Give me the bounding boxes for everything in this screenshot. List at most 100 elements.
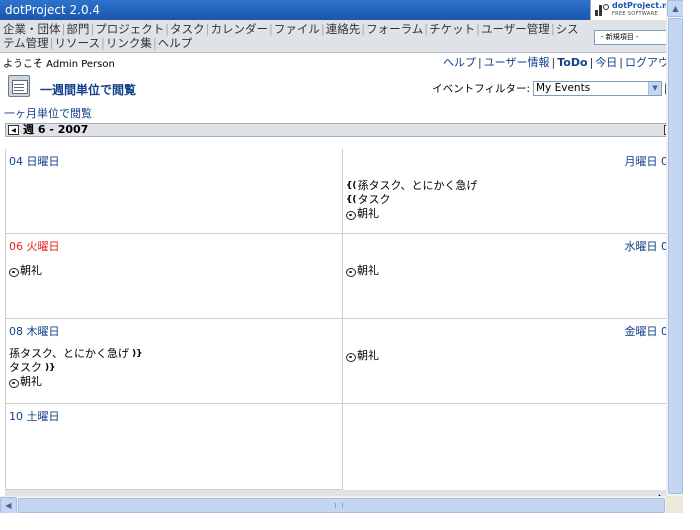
browser-viewport: dotProject 2.0.4 dotProject.net FREE SOF… (0, 0, 683, 513)
event-label[interactable]: 朝礼 (20, 264, 42, 278)
week-calendar-grid: 04 日曜日 月曜日 05{(孫タスク、とにかく急げ{(タスク 朝礼 06 火曜日 朝礼… (5, 149, 679, 490)
nav-separator: | (205, 22, 210, 36)
nav-separator: | (165, 22, 170, 36)
calendar-event[interactable]: 朝礼 (346, 207, 478, 221)
previous-week-icon[interactable]: ◀ (8, 125, 19, 135)
nav-separator: | (269, 22, 273, 36)
welcome-text: ようこそ Admin Person (3, 58, 115, 70)
nav-separator: | (100, 36, 105, 50)
scroll-up-icon[interactable]: ▲ (667, 0, 683, 17)
nav-item[interactable]: ファイル (274, 22, 320, 36)
day-cell[interactable]: 08 木曜日 孫タスク、とにかく急げ)} タスク)} 朝礼 (6, 319, 343, 404)
day-cell[interactable]: 06 火曜日朝礼 (6, 234, 343, 319)
vertical-scrollbar[interactable]: ▲ ▼ (666, 0, 683, 513)
todo-link[interactable]: ToDo (557, 56, 587, 69)
day-events: {(孫タスク、とにかく急げ{(タスク 朝礼 (346, 179, 478, 221)
nav-item[interactable]: チケット (429, 22, 475, 36)
calendar-event[interactable]: 朝礼 (346, 264, 379, 278)
app-title: dotProject 2.0.4 (5, 3, 101, 17)
horizontal-scroll-thumb[interactable] (18, 498, 665, 513)
event-label[interactable]: タスク (9, 361, 42, 375)
nav-separator: | (361, 22, 366, 36)
task-start-bracket-icon: {( (346, 195, 357, 205)
day-date-link[interactable]: 06 火曜日 (9, 238, 60, 254)
calendar-event[interactable]: {(孫タスク、とにかく急げ (346, 179, 478, 193)
scroll-left-icon[interactable]: ◀ (0, 497, 17, 513)
nav-separator: | (152, 36, 157, 50)
event-label[interactable]: 朝礼 (357, 207, 379, 221)
scrollbar-corner (666, 496, 683, 513)
nav-menu: 企業・団体|部門|プロジェクト|タスク|カレンダー|ファイル|連絡先|フォーラム… (3, 22, 589, 50)
calendar-event[interactable]: 孫タスク、とにかく急げ)} (9, 347, 143, 361)
nav-separator: | (550, 22, 555, 36)
event-label[interactable]: 朝礼 (357, 264, 379, 278)
nav-separator: | (320, 22, 325, 36)
horizontal-scrollbar[interactable]: ◀ ▶ (0, 496, 683, 513)
task-start-bracket-icon: {( (346, 181, 357, 191)
vertical-scroll-thumb[interactable] (668, 18, 683, 494)
page-title: 一週間単位で閲覧 (40, 83, 137, 97)
nav-separator: | (476, 22, 481, 36)
event-filter-label: イベントフィルター: (432, 83, 530, 95)
cup-icon (346, 210, 356, 220)
day-events: 朝礼 (346, 264, 379, 278)
nav-item[interactable]: ヘルプ (158, 36, 193, 50)
event-filter-select[interactable]: My Events ▼ (533, 81, 662, 96)
nav-item[interactable]: 連絡先 (326, 22, 361, 36)
app-titlebar: dotProject 2.0.4 dotProject.net FREE SOF… (0, 0, 683, 20)
logo-icon (595, 3, 609, 17)
nav-item[interactable]: プロジェクト (95, 22, 164, 36)
day-cell[interactable]: 10 土曜日 (6, 404, 343, 490)
nav-separator: | (49, 36, 54, 50)
month-view-link[interactable]: 一ヶ月単位で閲覧 (0, 107, 683, 121)
cup-icon (346, 352, 356, 362)
day-events: 孫タスク、とにかく急げ)} タスク)} 朝礼 (9, 347, 143, 389)
nav-item[interactable]: リソース (55, 36, 100, 50)
task-end-bracket-icon: )} (132, 349, 143, 359)
user-info-link[interactable]: ユーザー情報 (484, 56, 550, 69)
header-links: ヘルプ | ユーザー情報 | ToDo | 今日 | ログアウト (443, 56, 680, 69)
day-cell[interactable]: 04 日曜日 (6, 149, 343, 234)
day-date-link[interactable]: 10 土曜日 (9, 408, 60, 424)
calendar-event[interactable]: タスク)} (9, 361, 143, 375)
day-events: 朝礼 (9, 264, 42, 278)
nav-item[interactable]: フォーラム (366, 22, 423, 36)
day-date-link[interactable]: 08 木曜日 (9, 323, 60, 339)
page-heading: 一週間単位で閲覧 イベントフィルター: My Events ▼ (0, 71, 683, 107)
event-label[interactable]: 孫タスク、とにかく急げ (9, 347, 129, 361)
nav-item[interactable]: タスク (170, 22, 205, 36)
day-cell[interactable]: 金曜日 09 朝礼 (343, 319, 679, 404)
calendar-icon (8, 75, 30, 97)
nav-item[interactable]: 部門 (66, 22, 89, 36)
calendar-event[interactable]: 朝礼 (9, 375, 143, 389)
welcome-row: ようこそ Admin Person ヘルプ | ユーザー情報 | ToDo | 今日 | ログア… (0, 53, 683, 71)
calendar-event[interactable]: 朝礼 (9, 264, 42, 278)
week-navigation: ◀ 週 6 - 2007 ▶ (5, 123, 678, 137)
nav-item[interactable]: リンク集 (106, 36, 152, 50)
event-filter: イベントフィルター: My Events ▼ (432, 81, 677, 96)
help-link[interactable]: ヘルプ (443, 56, 476, 69)
nav-item[interactable]: 企業・団体 (3, 22, 61, 36)
new-item-value: - 新規項目 - (601, 33, 639, 41)
week-label: 週 6 - 2007 (23, 123, 89, 136)
main-nav: 企業・団体|部門|プロジェクト|タスク|カレンダー|ファイル|連絡先|フォーラム… (0, 20, 683, 53)
chevron-down-icon[interactable]: ▼ (648, 82, 661, 95)
today-header-link[interactable]: 今日 (595, 56, 617, 69)
nav-separator: | (90, 22, 95, 36)
cup-icon (9, 267, 19, 277)
nav-separator: | (61, 22, 66, 36)
event-label[interactable]: タスク (358, 193, 391, 207)
event-label[interactable]: 孫タスク、とにかく急げ (358, 179, 478, 193)
event-filter-value: My Events (536, 82, 591, 94)
day-cell[interactable]: 水曜日 07 朝礼 (343, 234, 679, 319)
nav-item[interactable]: ユーザー管理 (481, 22, 550, 36)
calendar-event[interactable]: {(タスク (346, 193, 478, 207)
day-cell[interactable]: 月曜日 05{(孫タスク、とにかく急げ{(タスク 朝礼 (343, 149, 679, 234)
day-date-link[interactable]: 04 日曜日 (9, 153, 60, 169)
calendar-event[interactable]: 朝礼 (346, 349, 379, 363)
cup-icon (9, 378, 19, 388)
nav-item[interactable]: カレンダー (211, 22, 269, 36)
event-label[interactable]: 朝礼 (20, 375, 42, 389)
nav-separator: | (424, 22, 429, 36)
event-label[interactable]: 朝礼 (357, 349, 379, 363)
